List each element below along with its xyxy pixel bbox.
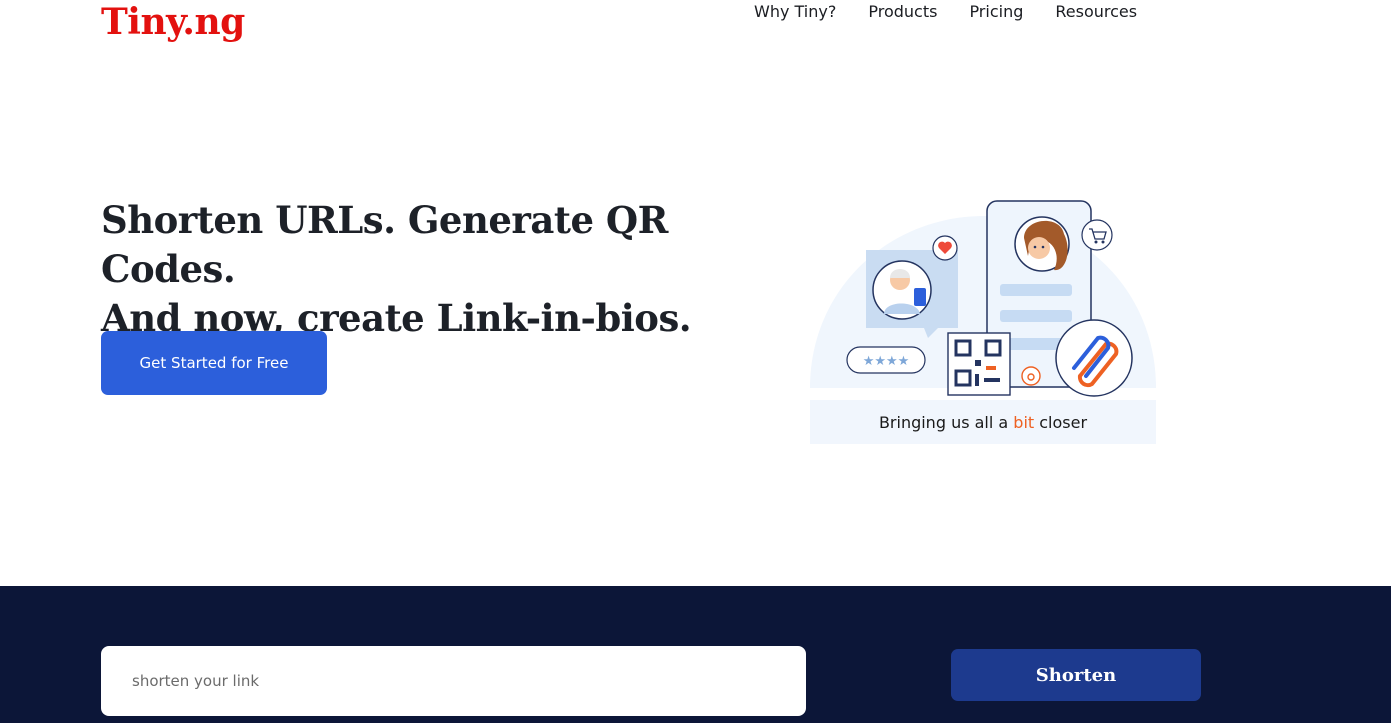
rating-stars-icon: ★★★★ [846,346,926,374]
main-nav: Why Tiny? Products Pricing Resources [754,0,1137,24]
illustration-caption: Bringing us all a bit closer [810,400,1156,444]
bitly-logo-icon [1021,366,1041,386]
nav-link-products[interactable]: Products [868,0,937,24]
get-started-button[interactable]: Get Started for Free [101,331,327,395]
heart-icon [932,235,958,261]
caption-accent-word: bit [1013,412,1035,432]
svg-text:★★★★: ★★★★ [863,354,910,369]
woman-avatar-icon [1014,216,1070,272]
shopping-cart-icon [1081,219,1113,251]
nav-link-why-tiny[interactable]: Why Tiny? [754,0,836,24]
shorten-button[interactable]: Shorten [951,649,1201,701]
chat-card-icon [866,250,958,338]
site-logo[interactable]: Tiny.ng [101,0,245,44]
qr-code-icon [947,332,1011,396]
caption-text-end: closer [1034,412,1088,432]
link-icon [1055,319,1133,397]
hero-title-line-1: Shorten URLs. Generate QR Codes. [101,198,668,291]
nav-link-resources[interactable]: Resources [1055,0,1137,24]
shorten-link-input[interactable] [101,646,806,716]
nav-link-pricing[interactable]: Pricing [969,0,1023,24]
hero-title: Shorten URLs. Generate QR Codes. And now… [101,196,781,343]
caption-text-start: Bringing us all a [878,412,1014,432]
